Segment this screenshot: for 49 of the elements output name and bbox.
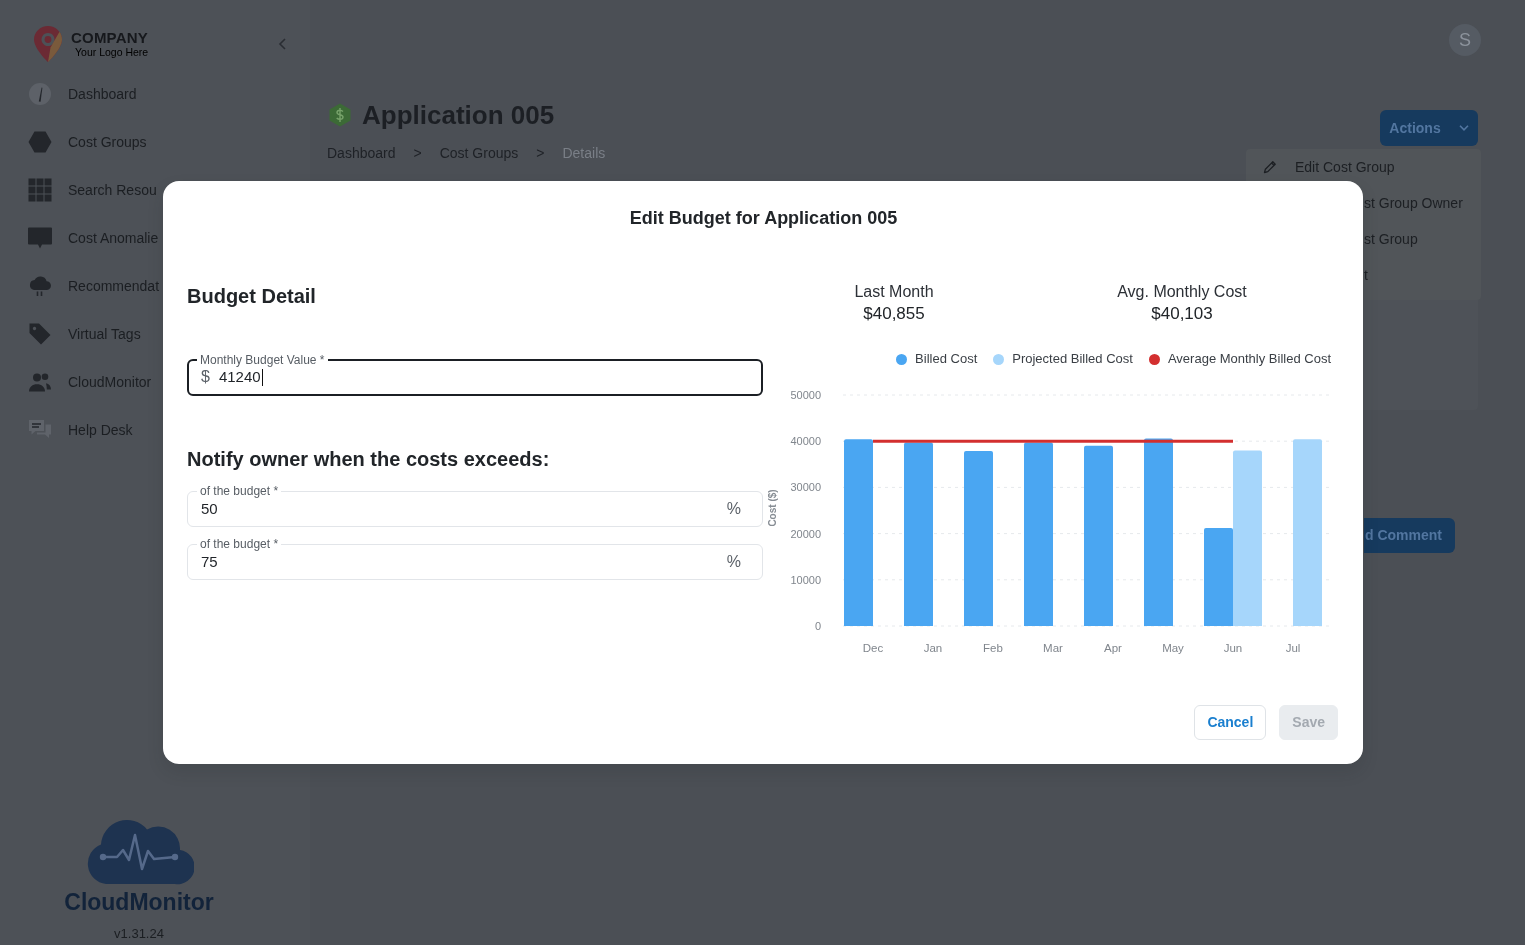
grid-icon [28, 178, 52, 202]
x-axis-label: May [1162, 642, 1184, 654]
x-axis-label: Feb [983, 642, 1003, 654]
stat-label: Avg. Monthly Cost [1117, 282, 1247, 302]
chevron-down-icon [1458, 125, 1469, 131]
y-axis-label: 30000 [790, 481, 821, 494]
x-axis-label: Jan [923, 642, 943, 654]
y-axis-label: 20000 [790, 527, 821, 540]
x-axis-label: Jun [1223, 642, 1243, 654]
speech-bubble-icon [28, 226, 52, 250]
stat-label: Last Month [854, 282, 934, 302]
pencil-icon [1263, 160, 1277, 174]
legend-label: Average Monthly Billed Cost [1167, 350, 1331, 368]
tag-icon [28, 322, 52, 346]
stat-value: $40,855 [863, 303, 925, 325]
y-axis-title: Cost ($) [767, 489, 778, 527]
hexagon-icon [28, 130, 52, 154]
x-axis-label: Dec [862, 642, 884, 654]
breadcrumb-separator: > [536, 144, 545, 163]
threshold-field[interactable]: of the budget * 75 % [187, 537, 763, 580]
budget-value-field[interactable]: Monthly Budget Value * $ 41240 [187, 353, 763, 396]
x-axis-label: Mar [1043, 642, 1063, 654]
y-axis-label: 10000 [790, 573, 821, 586]
gauge-icon [28, 82, 52, 106]
x-axis-label: Apr [1104, 642, 1122, 654]
section-heading: Notify owner when the costs exceeds: [187, 447, 550, 472]
x-axis-label: Jul [1285, 642, 1301, 654]
user-avatar[interactable]: S [1449, 24, 1481, 56]
y-axis-label: 40000 [790, 435, 821, 448]
dollar-hexagon-icon [329, 103, 351, 127]
logo-pin-icon [33, 25, 63, 63]
chevron-left-icon[interactable] [278, 38, 286, 50]
product-name: CloudMonitor [64, 888, 214, 916]
legend-label: Billed Cost [915, 350, 978, 368]
modal-title: Edit Budget for Application 005 [628, 207, 899, 229]
legend-label: Projected Billed Cost [1012, 350, 1133, 368]
breadcrumb-separator: > [413, 144, 422, 163]
y-axis-label: 0 [814, 620, 821, 632]
cloud-rain-icon [28, 274, 52, 298]
section-heading: Budget Detail [187, 284, 316, 309]
logo-tagline: Your Logo Here [74, 46, 149, 58]
add-comment-button[interactable]: d Comment [1364, 518, 1455, 553]
logo-text: COMPANY [71, 30, 148, 46]
threshold-field[interactable]: of the budget * 50 % [187, 484, 763, 527]
stat-value: $40,103 [1151, 303, 1213, 325]
y-axis-label: 50000 [790, 389, 821, 401]
text-cursor-icon [261, 368, 264, 386]
actions-button[interactable]: Actions [1380, 110, 1478, 146]
cancel-button[interactable]: Cancel [1194, 705, 1267, 740]
